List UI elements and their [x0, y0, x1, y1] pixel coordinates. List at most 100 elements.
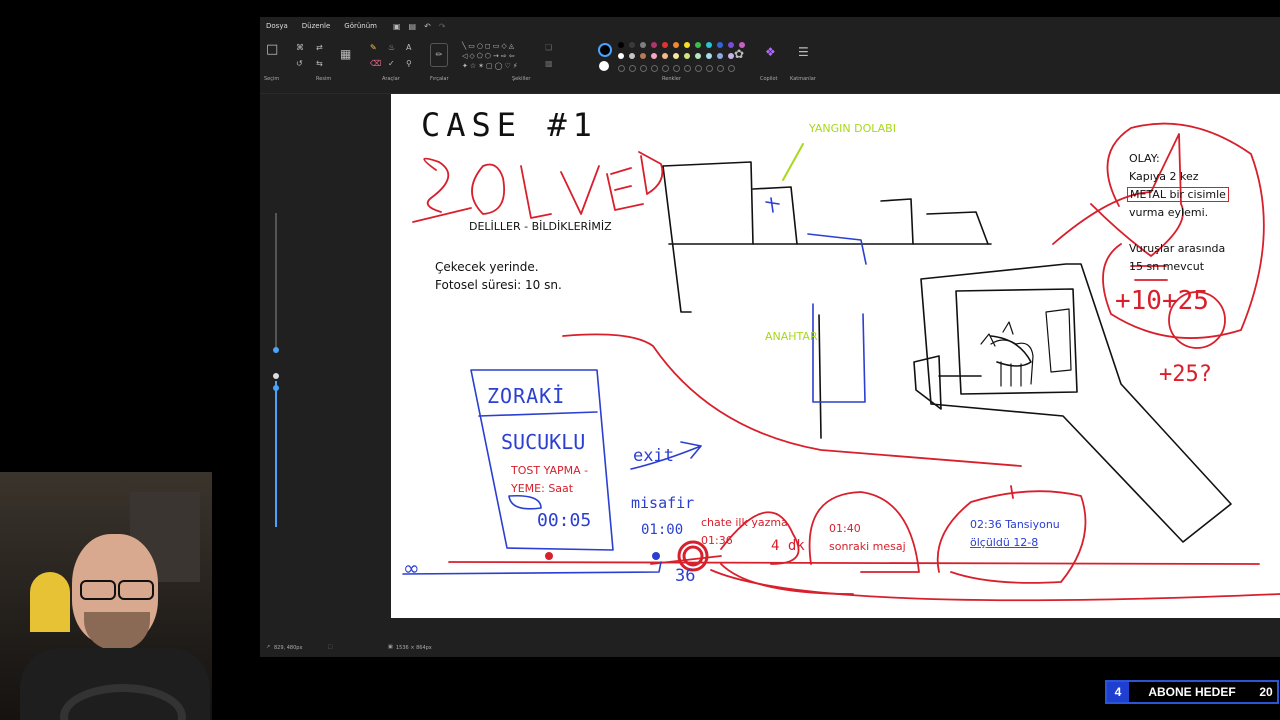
custom-color-slot[interactable] — [728, 65, 735, 72]
chat-minute-note: 36 — [675, 566, 696, 586]
resize-icon[interactable]: ⇄ — [316, 43, 323, 53]
key-label: ANAHTAR — [765, 330, 818, 343]
shapes-row3-icon[interactable]: ✦☆✶▢◯♡⚡ — [462, 61, 520, 71]
outline-icon[interactable]: ❏ — [545, 43, 552, 53]
fill-shape-icon[interactable]: ▩ — [545, 59, 553, 69]
undo-icon[interactable]: ↶ — [424, 22, 431, 31]
palette-swatch[interactable] — [640, 53, 646, 59]
event-line-2: METAL bir cisimle — [1127, 187, 1229, 202]
palette-swatch[interactable] — [684, 53, 690, 59]
sum-note-2: +25? — [1159, 362, 1212, 387]
cursor-position-icon: ↗ — [266, 644, 271, 650]
case-title: CASE #1 — [421, 106, 598, 144]
event-line-3: vurma eylemi. — [1129, 206, 1209, 219]
menu-bar: Dosya Düzenle Görünüm ▣ ▤ ↶ ↷ — [260, 17, 1280, 35]
copilot-icon[interactable]: ❖ — [765, 46, 776, 58]
canvas-size: 1536 × 864px — [396, 645, 432, 651]
chat-line-2: 01:36 — [701, 534, 733, 547]
chat-line-1: chate ilk yazma — [701, 516, 788, 529]
rotate-icon[interactable]: ↺ — [296, 59, 303, 69]
palette-swatch[interactable] — [717, 42, 723, 48]
custom-color-slot[interactable] — [629, 65, 636, 72]
palette-swatch[interactable] — [706, 53, 712, 59]
text-icon[interactable]: A — [406, 43, 411, 53]
palette-swatch[interactable] — [640, 42, 646, 48]
brush-icon[interactable]: ✏ — [430, 43, 448, 67]
custom-color-slot[interactable] — [662, 65, 669, 72]
secondary-color-swatch[interactable] — [599, 61, 609, 71]
blue-marker-strokes — [402, 197, 867, 575]
shapes-row2-icon[interactable]: ◁◇⬠⬡→⇨⇦ — [462, 51, 517, 61]
edit-colors-icon[interactable]: ✿ — [734, 48, 744, 60]
custom-color-slot[interactable] — [673, 65, 680, 72]
group-label-tools: Araçlar — [382, 76, 400, 82]
palette-swatch[interactable] — [695, 53, 701, 59]
eraser-icon[interactable]: ⌫ — [370, 59, 381, 69]
message-line-1: 01:40 — [829, 522, 861, 535]
group-label-layers: Katmanlar — [790, 76, 816, 82]
infinity-mark: ∞ — [403, 556, 420, 580]
blood-pressure-line-1: 02:36 Tansiyonu — [970, 518, 1060, 531]
save-icon[interactable]: ▣ — [393, 22, 401, 31]
menu-edit[interactable]: Düzenle — [302, 22, 331, 30]
shapes-row1-icon[interactable]: ╲▭○◻▭◇◬ — [462, 41, 516, 51]
palette-swatch[interactable] — [618, 53, 624, 59]
cursor-position: 829, 480px — [274, 645, 303, 651]
toast-time: 00:05 — [537, 510, 592, 531]
crop-icon[interactable]: ⌘ — [296, 43, 304, 53]
custom-color-slot[interactable] — [640, 65, 647, 72]
menu-view[interactable]: Görünüm — [344, 22, 377, 30]
interval-line-1: Vuruşlar arasında — [1129, 242, 1226, 255]
subscriber-goal: 20 — [1259, 685, 1273, 699]
selection-size-icon: ⬚ — [328, 644, 333, 650]
custom-color-slot[interactable] — [684, 65, 691, 72]
share-icon[interactable]: ▤ — [409, 22, 417, 31]
event-line-1: Kapıya 2 kez — [1129, 170, 1199, 183]
redo-icon[interactable]: ↷ — [439, 22, 446, 31]
pencil-icon[interactable]: ✎ — [370, 43, 377, 53]
palette-swatch[interactable] — [618, 42, 624, 48]
custom-color-slot[interactable] — [618, 65, 625, 72]
palette-swatch[interactable] — [673, 53, 679, 59]
group-label-image: Resim — [316, 76, 332, 82]
palette-swatch[interactable] — [706, 42, 712, 48]
drawing-canvas[interactable]: CASE #1 DELİLLER - BİLDİKLERİMİZ Çekecek… — [391, 94, 1280, 618]
magnifier-icon[interactable]: ⚲ — [406, 59, 412, 69]
status-bar: ↗ 829, 480px ⬚ ▣ 1536 × 864px — [260, 642, 1280, 654]
palette-swatch[interactable] — [651, 53, 657, 59]
minutes-note: 4 dk — [771, 538, 805, 554]
palette-swatch[interactable] — [662, 53, 668, 59]
palette-swatch[interactable] — [662, 42, 668, 48]
event-title: OLAY: — [1129, 152, 1160, 165]
fire-cabinet-label: YANGIN DOLABI — [809, 122, 896, 135]
image-select-icon[interactable]: ▦ — [340, 48, 351, 60]
layers-icon[interactable]: ☰ — [798, 46, 809, 58]
color-picker-icon[interactable]: ✓ — [388, 59, 395, 69]
custom-color-slot[interactable] — [717, 65, 724, 72]
group-label-shapes: Şekiller — [512, 76, 531, 82]
palette-swatch[interactable] — [651, 42, 657, 48]
blood-pressure-line-2: ölçüldü 12-8 — [970, 536, 1039, 549]
canvas-area: CASE #1 DELİLLER - BİLDİKLERİMİZ Çekecek… — [391, 94, 1280, 638]
flip-icon[interactable]: ⇆ — [316, 59, 323, 69]
guest-line-1: misafir — [631, 494, 695, 512]
palette-swatch[interactable] — [717, 53, 723, 59]
building-sketch — [662, 161, 1232, 543]
custom-color-slot[interactable] — [695, 65, 702, 72]
selection-tool-icon[interactable]: □ — [266, 43, 278, 56]
menu-file[interactable]: Dosya — [266, 22, 288, 30]
fill-icon[interactable]: ♨ — [388, 43, 395, 53]
group-label-colors: Renkler — [662, 76, 681, 82]
webcam-overlay — [0, 472, 212, 720]
brush-size-slider[interactable] — [272, 199, 280, 539]
palette-swatch[interactable] — [629, 42, 635, 48]
palette-swatch[interactable] — [695, 42, 701, 48]
custom-color-slot[interactable] — [706, 65, 713, 72]
paint-window: Dosya Düzenle Görünüm ▣ ▤ ↶ ↷ □ Seçim ⌘ … — [260, 17, 1280, 657]
primary-color-swatch[interactable] — [598, 43, 612, 57]
palette-swatch[interactable] — [684, 42, 690, 48]
palette-swatch[interactable] — [673, 42, 679, 48]
palette-swatch[interactable] — [629, 53, 635, 59]
subscriber-goal-label: ABONE HEDEF — [1148, 685, 1236, 699]
custom-color-slot[interactable] — [651, 65, 658, 72]
